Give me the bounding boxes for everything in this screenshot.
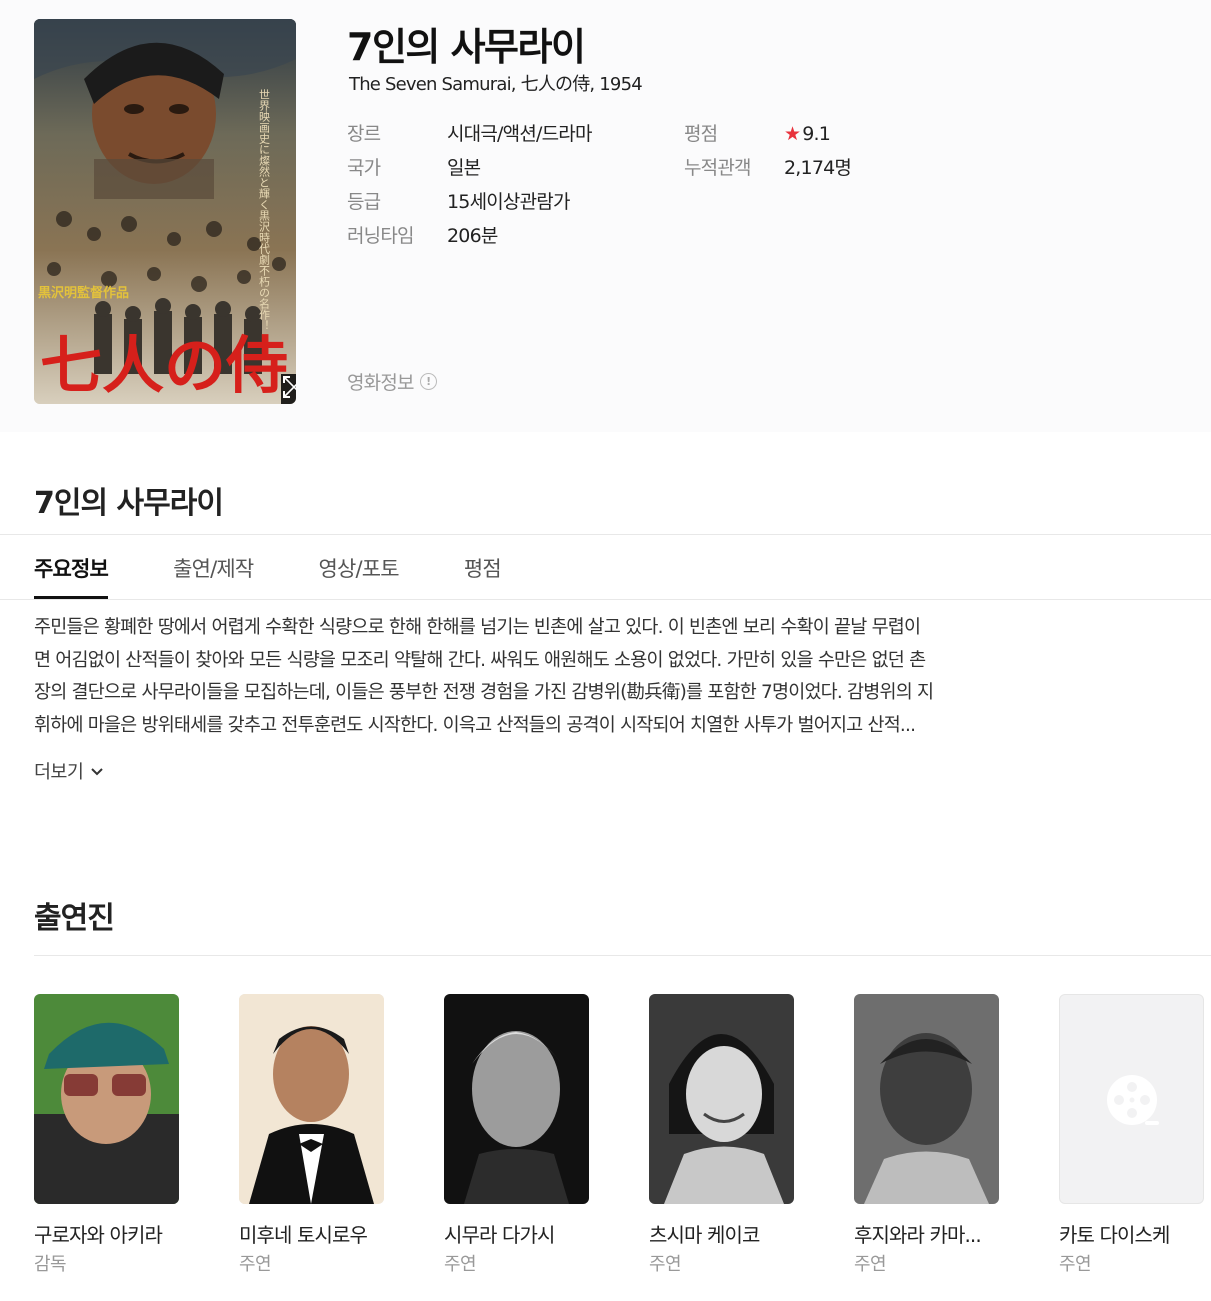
cast-photo xyxy=(444,994,589,1204)
cast-role: 감독 xyxy=(34,1254,67,1275)
person-photo-icon xyxy=(649,994,794,1204)
poster-artwork: 七人の侍 黒沢明監督作品 世界映画史に燦然と輝く黒沢時代劇不朽の名作！ xyxy=(34,19,296,404)
country-value: 일본 xyxy=(447,157,481,179)
runtime-label: 러닝타임 xyxy=(347,225,415,247)
cast-card[interactable]: 카토 다이스케 주연 xyxy=(1059,994,1204,1276)
divider xyxy=(0,599,1211,600)
info-labels-left: 장르 국가 등급 러닝타임 xyxy=(347,117,415,253)
audience-label: 누적관객 xyxy=(684,157,752,179)
chevron-down-icon xyxy=(91,768,103,776)
cast-name: 미후네 토시로우 xyxy=(239,1223,368,1247)
poster-credit-text: 黒沢明監督作品 xyxy=(38,285,129,301)
age-rating-label: 등급 xyxy=(347,191,381,213)
cast-photo xyxy=(239,994,384,1204)
synopsis-line: 주민들은 황폐한 땅에서 어렵게 수확한 식량으로 한해 한해를 넘기는 빈촌에… xyxy=(34,617,921,638)
genre-value: 시대극/액션/드라마 xyxy=(447,123,592,145)
rating-value: 9.1 xyxy=(802,123,831,145)
cast-role: 주연 xyxy=(444,1254,477,1275)
more-button[interactable]: 더보기 xyxy=(34,758,105,784)
movie-info-link[interactable]: 영화정보 ! xyxy=(347,368,437,395)
country-label: 국가 xyxy=(347,157,381,179)
tab-bar: 주요정보 출연/제작 영상/포토 평점 xyxy=(34,535,566,599)
cast-name: 구로자와 아키라 xyxy=(34,1223,163,1247)
cast-name: 카토 다이스케 xyxy=(1059,1223,1170,1247)
movie-title: 7인의 사무라이 xyxy=(347,25,586,69)
info-labels-right: 평점 누적관객 xyxy=(684,117,752,185)
tab-ratings[interactable]: 평점 xyxy=(464,535,502,599)
synopsis-line: 휘하에 마을은 방위태세를 갖추고 전투훈련도 시작한다. 이윽고 산적들의 공… xyxy=(34,714,916,736)
person-photo-icon xyxy=(444,994,589,1204)
person-photo-icon xyxy=(854,994,999,1204)
info-values-right: ★ 9.1 2,174명 xyxy=(784,117,852,185)
star-icon: ★ xyxy=(784,123,801,145)
cast-card[interactable]: 구로자와 아키라 감독 xyxy=(34,994,179,1276)
more-label: 더보기 xyxy=(34,762,84,783)
cast-photo-placeholder xyxy=(1059,994,1204,1204)
poster-title-text: 七人の侍 xyxy=(40,329,288,402)
runtime-value: 206분 xyxy=(447,225,498,247)
tab-cast-production[interactable]: 출연/제작 xyxy=(173,535,254,599)
movie-poster[interactable]: 七人の侍 黒沢明監督作品 世界映画史に燦然と輝く黒沢時代劇不朽の名作！ xyxy=(34,19,296,404)
cast-card[interactable]: 미후네 토시로우 주연 xyxy=(239,994,384,1276)
section-title: 7인의 사무라이 xyxy=(34,486,224,521)
person-photo-icon xyxy=(34,994,179,1204)
cast-photo xyxy=(649,994,794,1204)
cast-section-title: 출연진 xyxy=(34,901,115,936)
cast-card[interactable]: 후지와라 카마... 주연 xyxy=(854,994,999,1276)
movie-info-label: 영화정보 xyxy=(347,372,415,394)
cast-role: 주연 xyxy=(239,1254,272,1275)
divider xyxy=(34,955,1211,956)
cast-name: 시무라 다가시 xyxy=(444,1223,555,1247)
cast-role: 주연 xyxy=(649,1254,682,1275)
film-reel-icon xyxy=(1107,1075,1159,1125)
age-rating-value: 15세이상관람가 xyxy=(447,191,570,213)
poster-tagline-text: 世界映画史に燦然と輝く黒沢時代劇不朽の名作！ xyxy=(258,89,271,331)
expand-poster-button[interactable] xyxy=(281,374,296,404)
synopsis: 주민들은 황폐한 땅에서 어렵게 수확한 식량으로 한해 한해를 넘기는 빈촌에… xyxy=(34,612,1034,742)
cast-name: 후지와라 카마... xyxy=(854,1223,982,1247)
expand-icon xyxy=(283,376,296,398)
cast-card[interactable]: 시무라 다가시 주연 xyxy=(444,994,589,1276)
cast-name: 츠시마 케이코 xyxy=(649,1223,760,1247)
movie-subtitle: The Seven Samurai, 七人の侍, 1954 xyxy=(349,74,643,95)
synopsis-line: 면 어김없이 산적들이 찾아와 모든 식량을 모조리 약탈해 간다. 싸워도 애… xyxy=(34,649,926,671)
info-alert-icon[interactable]: ! xyxy=(419,373,437,390)
cast-role: 주연 xyxy=(854,1254,887,1275)
cast-photo xyxy=(34,994,179,1204)
audience-value: 2,174명 xyxy=(784,157,852,179)
rating-label: 평점 xyxy=(684,123,718,145)
tab-video-photo[interactable]: 영상/포토 xyxy=(318,535,399,599)
cast-card[interactable]: 츠시마 케이코 주연 xyxy=(649,994,794,1276)
synopsis-line: 장의 결단으로 사무라이들을 모집하는데, 이들은 풍부한 전쟁 경험을 가진 … xyxy=(34,682,934,703)
genre-label: 장르 xyxy=(347,123,381,145)
rating-value-row: ★ 9.1 xyxy=(784,117,851,151)
info-values-left: 시대극/액션/드라마 일본 15세이상관람가 206분 xyxy=(447,117,592,253)
cast-role: 주연 xyxy=(1059,1254,1092,1275)
cast-photo xyxy=(854,994,999,1204)
person-photo-icon xyxy=(239,994,384,1204)
tab-main-info[interactable]: 주요정보 xyxy=(34,535,109,599)
